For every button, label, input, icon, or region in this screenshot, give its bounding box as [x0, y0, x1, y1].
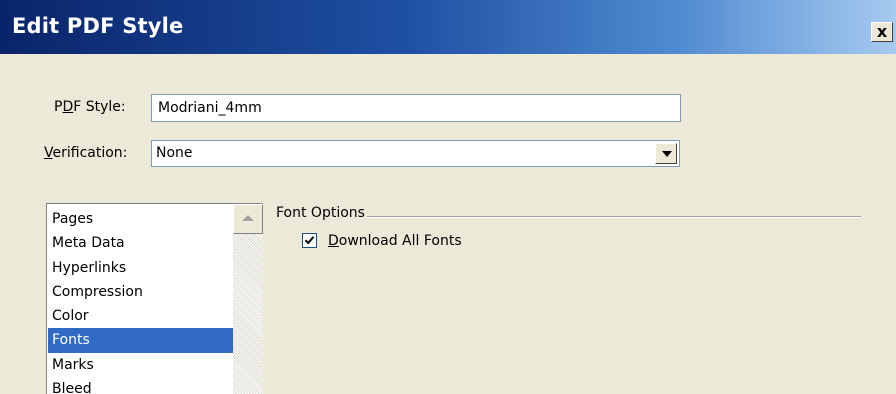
list-item-bleed[interactable]: Bleed	[48, 377, 233, 394]
category-list[interactable]: Pages Meta Data Hyperlinks Compression C…	[46, 203, 263, 394]
list-item-pages[interactable]: Pages	[48, 207, 233, 231]
scroll-up-arrow-icon[interactable]	[233, 204, 263, 234]
download-all-fonts-label[interactable]: Download All Fonts	[328, 233, 462, 249]
list-item-compression[interactable]: Compression	[48, 280, 233, 304]
verification-dropdown[interactable]: None	[151, 140, 680, 167]
chevron-down-icon[interactable]	[655, 143, 677, 164]
verification-label: Verification:	[44, 145, 128, 161]
list-item-color[interactable]: Color	[48, 304, 233, 328]
checkmark-icon	[304, 236, 315, 245]
dialog-title: Edit PDF Style	[12, 14, 184, 38]
font-options-group-title: Font Options	[276, 205, 367, 221]
pdf-style-input[interactable]	[152, 95, 680, 121]
pdf-style-label: PDF Style:	[54, 99, 126, 115]
edit-pdf-style-dialog: Edit PDF Style x PDF Style: Verification…	[0, 0, 896, 394]
title-bar[interactable]: Edit PDF Style x	[0, 0, 896, 54]
list-item-hyperlinks[interactable]: Hyperlinks	[48, 256, 233, 280]
list-scrollbar[interactable]	[233, 204, 263, 394]
pdf-style-field[interactable]	[151, 94, 681, 122]
list-item-meta-data[interactable]: Meta Data	[48, 231, 233, 255]
list-item-marks[interactable]: Marks	[48, 353, 233, 377]
list-item-fonts[interactable]: Fonts	[48, 328, 233, 353]
close-button[interactable]: x	[871, 22, 893, 42]
close-icon: x	[876, 22, 888, 41]
download-all-fonts-checkbox[interactable]	[302, 233, 317, 248]
category-items: Pages Meta Data Hyperlinks Compression C…	[48, 207, 233, 394]
verification-value: None	[156, 145, 193, 161]
